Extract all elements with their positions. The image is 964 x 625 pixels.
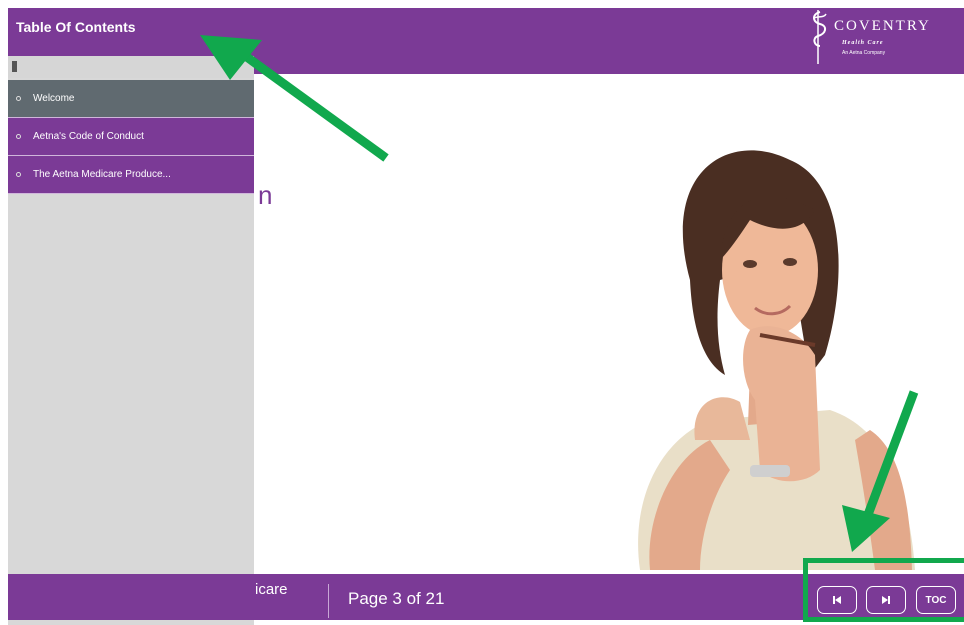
bullet-icon: [16, 134, 21, 139]
logo-tagline: An Aetna Company: [842, 50, 886, 56]
toc-item-welcome[interactable]: Welcome: [8, 80, 254, 118]
sidebar-header: [8, 56, 254, 78]
coventry-logo: COVENTRY Health Care An Aetna Company: [804, 8, 964, 68]
annotation-highlight-box: [803, 558, 964, 622]
toc-item-medicare-producer[interactable]: The Aetna Medicare Produce...: [8, 156, 254, 194]
slide-heading-fragment: n: [258, 180, 273, 210]
toc-item-label: Welcome: [33, 93, 75, 104]
toc-title: Table Of Contents: [16, 19, 136, 35]
logo-subline: Health Care: [842, 40, 884, 46]
presenter-photo: [638, 150, 915, 570]
bookmark-icon[interactable]: [12, 61, 17, 72]
toc-item-code-of-conduct[interactable]: Aetna's Code of Conduct: [8, 118, 254, 156]
logo-wordmark: COVENTRY: [834, 18, 931, 34]
toc-item-label: Aetna's Code of Conduct: [33, 131, 144, 142]
bullet-icon: [16, 96, 21, 101]
page-indicator: Page 3 of 21: [348, 589, 445, 608]
footer-divider: [328, 584, 329, 618]
toc-sidebar: Welcome Aetna's Code of Conduct The Aetn…: [8, 56, 254, 625]
caduceus-icon: [813, 10, 827, 64]
toc-item-label: The Aetna Medicare Produce...: [33, 169, 171, 180]
course-title-fragment: icare: [255, 581, 288, 598]
bullet-icon: [16, 172, 21, 177]
window-frame: [8, 0, 964, 8]
